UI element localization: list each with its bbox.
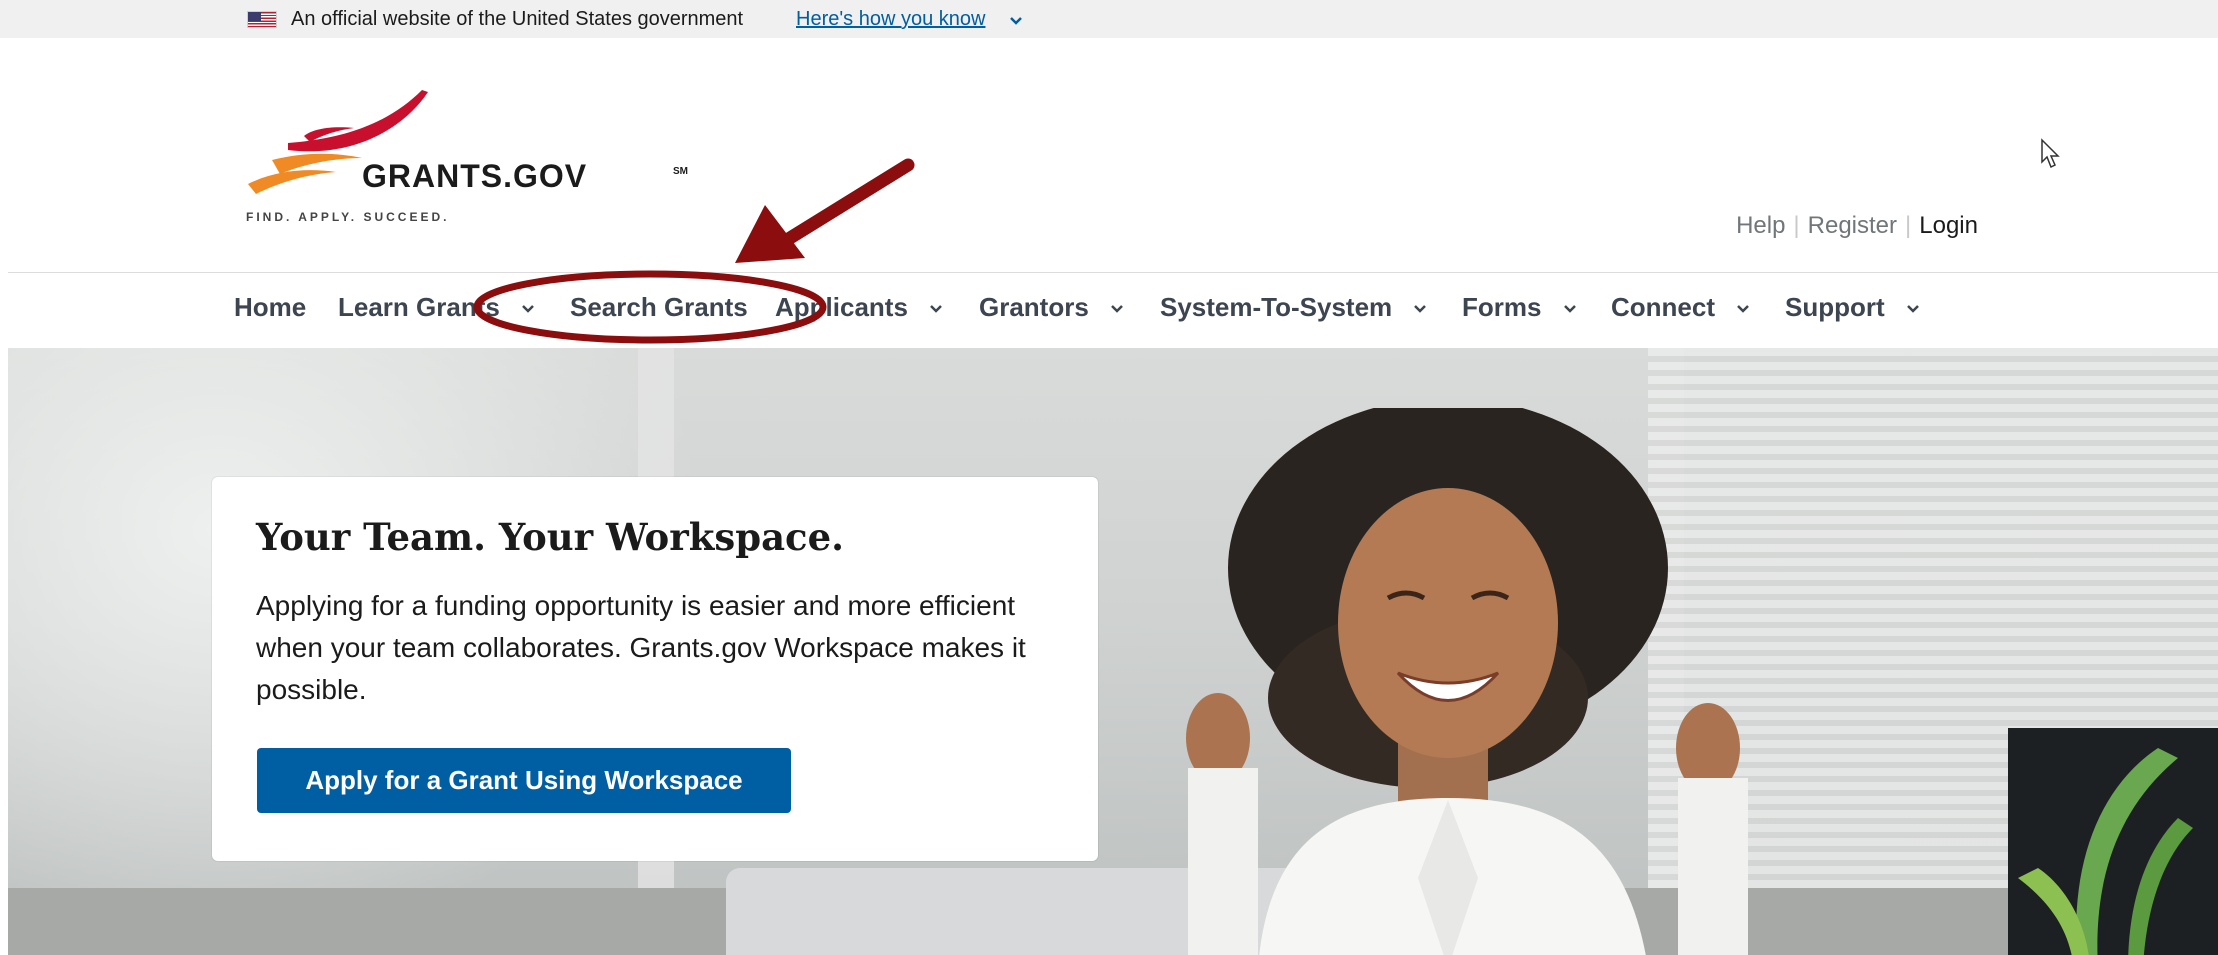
- hero-card-title: Your Team. Your Workspace.: [256, 515, 844, 559]
- nav-item-home[interactable]: Home: [234, 292, 306, 323]
- nav-item-label: Grantors: [979, 292, 1089, 322]
- gov-banner-text: An official website of the United States…: [291, 8, 744, 30]
- utility-links: Help | Register | Login: [1736, 212, 1978, 240]
- logo-wordmark: GRANTS.GOV: [362, 158, 588, 194]
- nav-item-label: Forms: [1462, 292, 1542, 322]
- nav-item-label: Learn Grants: [338, 292, 500, 322]
- chevron-down-icon: [522, 305, 534, 313]
- logo-tagline: FIND. APPLY. SUCCEED.: [246, 210, 450, 224]
- apply-workspace-button[interactable]: Apply for a Grant Using Workspace: [257, 748, 791, 813]
- help-link[interactable]: Help: [1736, 212, 1785, 239]
- chevron-down-icon: [1111, 305, 1123, 313]
- smiling-woman-illustration: [1186, 408, 1748, 955]
- annotation-arrow: [783, 158, 915, 245]
- nav-item-learn-grants[interactable]: Learn Grants: [338, 292, 535, 323]
- nav-item-label: System-To-System: [1160, 292, 1393, 322]
- nav-item-label: Applicants: [775, 292, 908, 322]
- plant-icon: [2018, 748, 2193, 955]
- heres-how-you-know-link[interactable]: Here's how you know: [796, 8, 985, 31]
- nav-divider: [8, 272, 2218, 273]
- separator: |: [1905, 212, 1912, 239]
- gov-banner: An official website of the United States…: [0, 0, 2218, 38]
- nav-item-system-to-system[interactable]: System-To-System: [1160, 292, 1427, 323]
- logo-service-mark: SM: [673, 166, 688, 177]
- nav-item-label: Home: [234, 292, 307, 322]
- chevron-down-icon: [1414, 305, 1427, 313]
- nav-item-support[interactable]: Support: [1785, 292, 1920, 323]
- nav-item-label: Connect: [1611, 292, 1715, 322]
- chevron-down-icon: [1907, 305, 1919, 313]
- separator: |: [1793, 212, 1800, 239]
- hero-card-body: Applying for a funding opportunity is ea…: [256, 590, 1026, 705]
- nav-item-grantors[interactable]: Grantors: [979, 292, 1124, 323]
- nav-item-forms[interactable]: Forms: [1462, 292, 1577, 323]
- hero-card: Your Team. Your Workspace. Applying for …: [212, 477, 1098, 861]
- chevron-down-icon[interactable]: [1008, 12, 1024, 28]
- us-flag-icon: [247, 11, 277, 28]
- nav-item-label: Support: [1785, 292, 1885, 322]
- nav-item-label: Search Grants: [570, 292, 748, 322]
- annotation-arrowhead: [735, 205, 805, 263]
- register-link[interactable]: Register: [1808, 212, 1897, 239]
- main-nav: Home Learn Grants Search Grants Applican…: [0, 292, 2218, 328]
- mouse-cursor-icon: [2041, 138, 2060, 169]
- chevron-down-icon: [1563, 305, 1576, 313]
- nav-item-applicants[interactable]: Applicants: [775, 292, 943, 323]
- nav-item-search-grants[interactable]: Search Grants: [570, 292, 748, 323]
- login-link[interactable]: Login: [1919, 212, 1978, 239]
- nav-item-connect[interactable]: Connect: [1611, 292, 1750, 323]
- chevron-down-icon: [1737, 305, 1750, 313]
- chevron-down-icon: [930, 305, 943, 313]
